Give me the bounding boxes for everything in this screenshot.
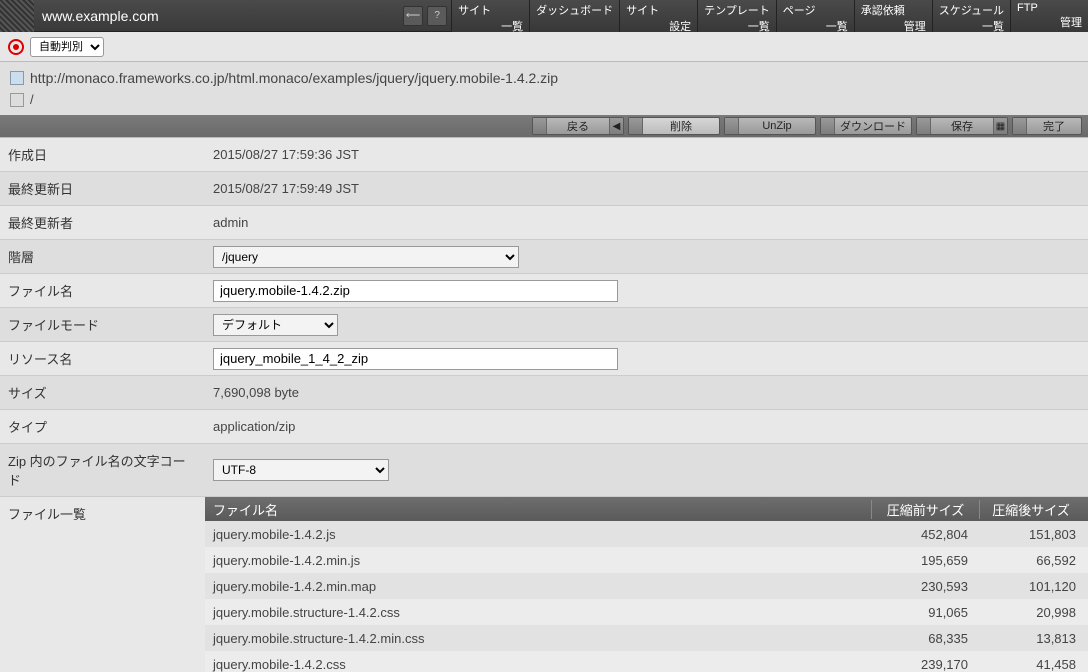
url-row: http://monaco.frameworks.co.jp/html.mona… — [0, 62, 1088, 88]
updater-label: 最終更新者 — [0, 206, 205, 239]
type-value: application/zip — [205, 410, 1088, 443]
top-header: www.example.com ⟵ ? サイト一覧 ダッシュボード サイト設定 … — [0, 0, 1088, 32]
breadcrumb-row: / — [0, 88, 1088, 115]
tier-label: 階層 — [0, 240, 205, 273]
type-label: タイプ — [0, 410, 205, 443]
record-icon[interactable] — [8, 39, 24, 55]
file-table-header: ファイル名 圧縮前サイズ 圧縮後サイズ — [205, 497, 1088, 521]
menu-schedule[interactable]: スケジュール一覧 — [932, 0, 1010, 32]
updated-value: 2015/08/27 17:59:49 JST — [205, 172, 1088, 205]
col-size-after: 圧縮後サイズ — [980, 500, 1088, 519]
delete-button[interactable]: 削除 — [628, 117, 720, 135]
menu-pages[interactable]: ページ一覧 — [776, 0, 854, 32]
table-row[interactable]: jquery.mobile-1.4.2.css239,17041,458 — [205, 651, 1088, 672]
menu-site-settings[interactable]: サイト設定 — [619, 0, 697, 32]
menu-templates[interactable]: テンプレート一覧 — [697, 0, 776, 32]
table-row[interactable]: jquery.mobile-1.4.2.js452,804151,803 — [205, 521, 1088, 547]
created-label: 作成日 — [0, 138, 205, 171]
zip-encoding-select[interactable]: UTF-8 — [213, 459, 389, 481]
print-icon[interactable] — [10, 93, 24, 107]
breadcrumb[interactable]: / — [30, 92, 34, 107]
top-menu: サイト一覧 ダッシュボード サイト設定 テンプレート一覧 ページ一覧 承認依頼管… — [451, 0, 1088, 32]
menu-site-list[interactable]: サイト一覧 — [451, 0, 529, 32]
toolbar-secondary: 自動判別 — [0, 32, 1088, 62]
resource-url: http://monaco.frameworks.co.jp/html.mona… — [30, 70, 558, 86]
file-list-section: ファイル一覧 ファイル名 圧縮前サイズ 圧縮後サイズ jquery.mobile… — [0, 497, 1088, 672]
table-row[interactable]: jquery.mobile-1.4.2.min.js195,65966,592 — [205, 547, 1088, 573]
created-value: 2015/08/27 17:59:36 JST — [205, 138, 1088, 171]
resource-input[interactable] — [213, 348, 618, 370]
encoding-auto-select[interactable]: 自動判別 — [30, 37, 104, 57]
file-list-label: ファイル一覧 — [0, 497, 205, 672]
filemode-label: ファイルモード — [0, 308, 205, 341]
app-logo — [0, 0, 34, 32]
page-icon — [10, 71, 24, 85]
menu-ftp[interactable]: FTP管理 — [1010, 0, 1088, 32]
filemode-select[interactable]: デフォルト — [213, 314, 338, 336]
download-button[interactable]: ダウンロード — [820, 117, 912, 135]
site-domain: www.example.com — [42, 8, 272, 24]
help-icon[interactable]: ? — [427, 6, 447, 26]
filename-label: ファイル名 — [0, 274, 205, 307]
filename-input[interactable] — [213, 280, 618, 302]
table-row[interactable]: jquery.mobile-1.4.2.min.map230,593101,12… — [205, 573, 1088, 599]
unzip-button[interactable]: UnZip — [724, 117, 816, 135]
tier-select[interactable]: /jquery — [213, 246, 519, 268]
zip-encoding-label: Zip 内のファイル名の文字コード — [0, 444, 205, 496]
updater-value: admin — [205, 206, 1088, 239]
nav-back-icon[interactable]: ⟵ — [403, 6, 423, 26]
col-size-before: 圧縮前サイズ — [872, 500, 980, 519]
details-form: 作成日2015/08/27 17:59:36 JST 最終更新日2015/08/… — [0, 137, 1088, 497]
save-button[interactable]: 保存▦ — [916, 117, 1008, 135]
action-bar: 戻る◀ 削除 UnZip ダウンロード 保存▦ 完了 — [0, 115, 1088, 137]
table-row[interactable]: jquery.mobile.structure-1.4.2.css91,0652… — [205, 599, 1088, 625]
menu-approvals[interactable]: 承認依頼管理 — [854, 0, 932, 32]
size-label: サイズ — [0, 376, 205, 409]
menu-dashboard[interactable]: ダッシュボード — [529, 0, 619, 32]
done-button[interactable]: 完了 — [1012, 117, 1082, 135]
col-filename: ファイル名 — [205, 500, 872, 519]
back-button[interactable]: 戻る◀ — [532, 117, 624, 135]
resource-label: リソース名 — [0, 342, 205, 375]
updated-label: 最終更新日 — [0, 172, 205, 205]
table-row[interactable]: jquery.mobile.structure-1.4.2.min.css68,… — [205, 625, 1088, 651]
size-value: 7,690,098 byte — [205, 376, 1088, 409]
